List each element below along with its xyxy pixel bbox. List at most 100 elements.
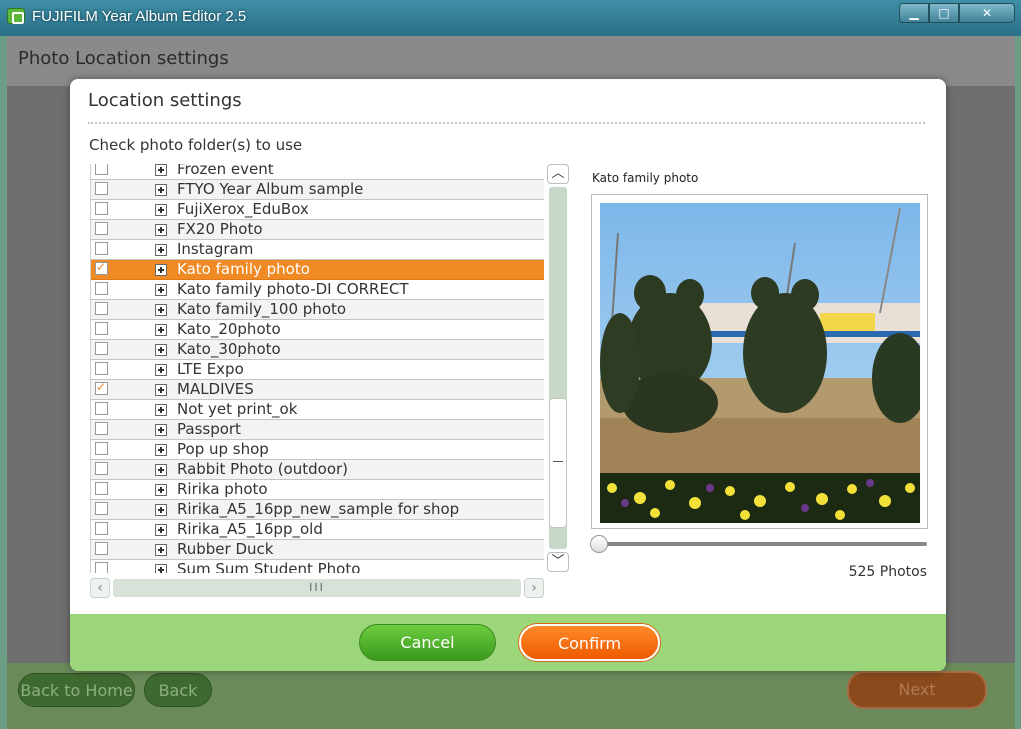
folder-row[interactable]: Ririka_A5_16pp_old: [91, 520, 544, 540]
cancel-button[interactable]: Cancel: [359, 624, 496, 661]
thumbnail-slider-track[interactable]: [605, 542, 927, 546]
folder-row[interactable]: Rubber Duck: [91, 540, 544, 560]
folder-name: Frozen event: [177, 164, 274, 178]
folder-row[interactable]: FX20 Photo: [91, 220, 544, 240]
folder-checkbox[interactable]: [95, 222, 108, 235]
folder-row[interactable]: Passport: [91, 420, 544, 440]
folder-checkbox[interactable]: [95, 422, 108, 435]
folder-checkbox[interactable]: [95, 282, 108, 295]
folder-row[interactable]: Pop up shop: [91, 440, 544, 460]
folder-name: Kato family_100 photo: [177, 300, 347, 318]
folder-row[interactable]: Frozen event: [91, 164, 544, 180]
dialog-divider: [88, 122, 925, 124]
folder-checkbox[interactable]: [95, 482, 108, 495]
expand-plus-icon[interactable]: [155, 384, 167, 396]
folder-name: Pop up shop: [177, 440, 269, 458]
folder-row[interactable]: Ririka photo: [91, 480, 544, 500]
expand-plus-icon[interactable]: [155, 544, 167, 556]
folder-checkbox[interactable]: [95, 522, 108, 535]
folder-row[interactable]: Sum Sum Student Photo: [91, 560, 544, 573]
folder-checkbox[interactable]: [95, 302, 108, 315]
back-button[interactable]: Back: [144, 673, 212, 707]
horizontal-scrollbar[interactable]: ‹ III ›: [90, 578, 544, 598]
folder-row[interactable]: FujiXerox_EduBox: [91, 200, 544, 220]
expand-plus-icon[interactable]: [155, 164, 167, 176]
close-button[interactable]: ✕: [959, 3, 1015, 23]
expand-plus-icon[interactable]: [155, 324, 167, 336]
folder-checkbox[interactable]: [95, 242, 108, 255]
folder-row[interactable]: Kato_20photo: [91, 320, 544, 340]
folder-row[interactable]: Instagram: [91, 240, 544, 260]
folder-checkbox[interactable]: [95, 402, 108, 415]
expand-plus-icon[interactable]: [155, 424, 167, 436]
folder-checkbox[interactable]: [95, 562, 108, 573]
expand-plus-icon[interactable]: [155, 264, 167, 276]
folder-row[interactable]: Kato family photo-DI CORRECT: [91, 280, 544, 300]
folder-name: Ririka_A5_16pp_old: [177, 520, 323, 538]
scroll-thumb[interactable]: [549, 398, 567, 528]
expand-plus-icon[interactable]: [155, 224, 167, 236]
next-button[interactable]: Next: [847, 671, 987, 709]
expand-plus-icon[interactable]: [155, 304, 167, 316]
folder-name: Not yet print_ok: [177, 400, 298, 418]
folder-row[interactable]: Rabbit Photo (outdoor): [91, 460, 544, 480]
folder-row[interactable]: Kato family_100 photo: [91, 300, 544, 320]
folder-checkbox[interactable]: [95, 322, 108, 335]
expand-plus-icon[interactable]: [155, 364, 167, 376]
folder-checkbox[interactable]: [95, 462, 108, 475]
folder-checkbox[interactable]: [95, 502, 108, 515]
folder-name: Kato family photo: [177, 260, 310, 278]
folder-row[interactable]: Kato_30photo: [91, 340, 544, 360]
location-settings-dialog: Location settings Check photo folder(s) …: [70, 79, 946, 671]
expand-plus-icon[interactable]: [155, 484, 167, 496]
scroll-up-button[interactable]: ︿: [547, 164, 569, 184]
dialog-footer: Cancel Confirm: [70, 614, 946, 671]
expand-plus-icon[interactable]: [155, 344, 167, 356]
folder-row[interactable]: FTYO Year Album sample: [91, 180, 544, 200]
folder-checkbox[interactable]: [95, 380, 108, 395]
hscroll-thumb[interactable]: III: [113, 579, 521, 597]
expand-plus-icon[interactable]: [155, 504, 167, 516]
expand-plus-icon[interactable]: [155, 184, 167, 196]
folder-row[interactable]: MALDIVES: [91, 380, 544, 400]
maximize-button[interactable]: □: [929, 3, 959, 23]
expand-plus-icon[interactable]: [155, 564, 167, 573]
folder-name: Ririka photo: [177, 480, 268, 498]
folder-checkbox[interactable]: [95, 342, 108, 355]
folder-checkbox[interactable]: [95, 202, 108, 215]
scroll-right-button[interactable]: ›: [524, 578, 544, 598]
folder-row[interactable]: Ririka_A5_16pp_new_sample for shop: [91, 500, 544, 520]
folder-checkbox[interactable]: [95, 442, 108, 455]
folder-row[interactable]: LTE Expo: [91, 360, 544, 380]
photo-preview-frame: [591, 194, 928, 529]
expand-plus-icon[interactable]: [155, 204, 167, 216]
expand-plus-icon[interactable]: [155, 524, 167, 536]
dialog-title: Location settings: [88, 90, 242, 111]
folder-name: LTE Expo: [177, 360, 244, 378]
folder-name: MALDIVES: [177, 380, 254, 398]
folder-name: Instagram: [177, 240, 254, 258]
thumbnail-slider-knob[interactable]: [590, 535, 608, 553]
confirm-button[interactable]: Confirm: [519, 624, 660, 661]
expand-plus-icon[interactable]: [155, 284, 167, 296]
scroll-left-button[interactable]: ‹: [90, 578, 110, 598]
scroll-down-button[interactable]: ﹀: [547, 552, 569, 572]
folder-checkbox[interactable]: [95, 542, 108, 555]
folder-tree: Frozen event FTYO Year Album sample FujiXe…: [90, 164, 544, 573]
folder-row[interactable]: Not yet print_ok: [91, 400, 544, 420]
minimize-button[interactable]: ▁: [899, 3, 929, 23]
folder-checkbox[interactable]: [95, 260, 108, 275]
window-title: FUJIFILM Year Album Editor 2.5: [32, 8, 247, 25]
expand-plus-icon[interactable]: [155, 444, 167, 456]
folder-name: Rubber Duck: [177, 540, 274, 558]
folder-checkbox[interactable]: [95, 362, 108, 375]
folder-checkbox[interactable]: [95, 164, 108, 175]
vertical-scrollbar[interactable]: ︿ ﹀: [547, 164, 569, 573]
expand-plus-icon[interactable]: [155, 244, 167, 256]
app-bottom-bar: Back to Home Back Next: [7, 663, 1015, 729]
expand-plus-icon[interactable]: [155, 404, 167, 416]
folder-row[interactable]: Kato family photo: [91, 260, 544, 280]
folder-checkbox[interactable]: [95, 182, 108, 195]
back-to-home-button[interactable]: Back to Home: [18, 673, 135, 707]
expand-plus-icon[interactable]: [155, 464, 167, 476]
